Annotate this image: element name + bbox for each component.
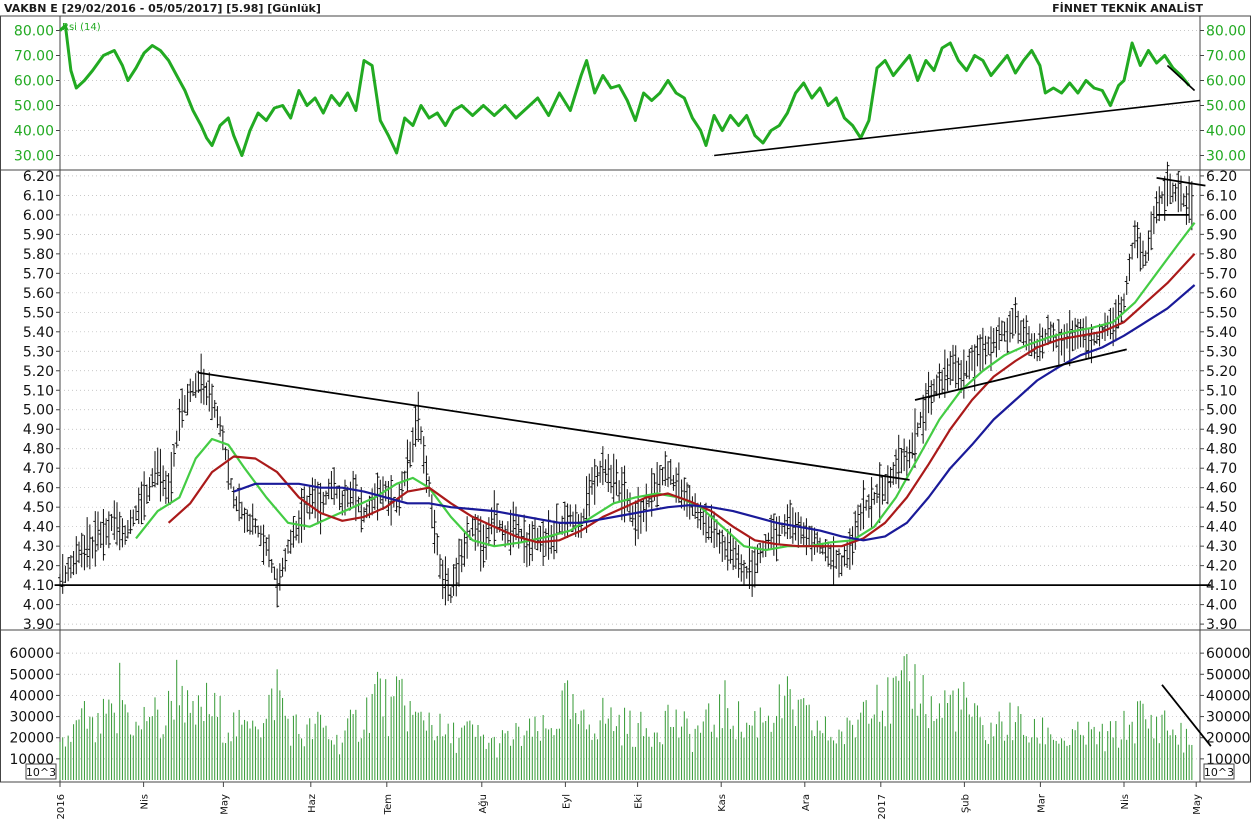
price-tick-label-left-21: 6.00: [23, 208, 54, 224]
price-tick-label-right-5: 4.40: [1206, 520, 1237, 536]
price-tick-label-right-3: 4.20: [1206, 559, 1237, 575]
price-tick-label-right-17: 5.60: [1206, 286, 1237, 302]
price-tick-label-left-7: 4.60: [23, 481, 54, 497]
x-tick-label-13: Nis: [1120, 794, 1131, 809]
rsi-tick-label-right-5: 80.00: [1206, 24, 1246, 40]
price-tick-label-left-0: 3.90: [23, 617, 54, 633]
price-tick-label-left-19: 5.80: [23, 247, 54, 263]
volume-tick-label-right-3: 40000: [1206, 688, 1251, 704]
volume-unit-left: 10^3: [26, 766, 56, 779]
price-tick-label-left-13: 5.20: [23, 364, 54, 380]
price-tick-label-right-15: 5.40: [1206, 325, 1237, 341]
price-tick-label-left-8: 4.70: [23, 461, 54, 477]
price-tick-label-right-2: 4.10: [1206, 578, 1237, 594]
price-tick-label-left-22: 6.10: [23, 188, 54, 204]
price-tick-label-right-0: 3.90: [1206, 617, 1237, 633]
x-tick-label-10: 2017: [877, 794, 888, 819]
price-tick-label-right-20: 5.90: [1206, 227, 1237, 243]
price-tick-label-right-21: 6.00: [1206, 208, 1237, 224]
price-tick-label-left-1: 4.00: [23, 598, 54, 614]
price-tick-label-left-12: 5.10: [23, 383, 54, 399]
volume-tick-label-left-3: 40000: [9, 688, 54, 704]
price-tick-label-right-8: 4.70: [1206, 461, 1237, 477]
price-tick-label-right-12: 5.10: [1206, 383, 1237, 399]
rsi-tick-label-left-1: 40.00: [14, 124, 54, 140]
volume-unit-right: 10^3: [1204, 766, 1234, 779]
rsi-tick-label-left-3: 60.00: [14, 74, 54, 90]
price-tick-label-right-23: 6.20: [1206, 169, 1237, 185]
x-tick-label-9: Ara: [801, 794, 812, 811]
price-tick-label-left-2: 4.10: [23, 578, 54, 594]
rsi-tick-label-left-2: 50.00: [14, 99, 54, 115]
price-tick-label-left-6: 4.50: [23, 500, 54, 516]
rsi-tick-label-left-5: 80.00: [14, 24, 54, 40]
x-tick-label-8: Kas: [717, 794, 728, 812]
x-tick-label-4: Tem: [383, 794, 394, 815]
x-tick-label-2: May: [219, 794, 230, 815]
price-tick-label-left-16: 5.50: [23, 305, 54, 321]
price-tick-label-left-3: 4.20: [23, 559, 54, 575]
rsi-line: [58, 24, 1191, 157]
rsi-trendline-0: [714, 99, 1201, 157]
price-tick-label-left-14: 5.30: [23, 344, 54, 360]
price-tick-label-left-5: 4.40: [23, 520, 54, 536]
rsi-tick-label-right-3: 60.00: [1206, 74, 1246, 90]
x-tick-label-7: Eki: [634, 794, 645, 809]
chart-root: VAKBN E [29/02/2016 - 05/05/2017] [5.98]…: [0, 0, 1251, 822]
price-tick-label-right-7: 4.60: [1206, 481, 1237, 497]
price-tick-label-right-18: 5.70: [1206, 266, 1237, 282]
price-tick-label-right-10: 4.90: [1206, 422, 1237, 438]
volume-tick-label-left-5: 60000: [9, 646, 54, 662]
rsi-tick-label-right-2: 50.00: [1206, 99, 1246, 115]
volume-tick-label-left-2: 30000: [9, 710, 54, 726]
price-tick-label-left-20: 5.90: [23, 227, 54, 243]
x-tick-label-14: May: [1192, 794, 1203, 815]
price-tick-label-left-9: 4.80: [23, 442, 54, 458]
price-tick-label-right-19: 5.80: [1206, 247, 1237, 263]
price-tick-label-left-4: 4.30: [23, 539, 54, 555]
volume-tick-label-left-1: 20000: [9, 731, 54, 747]
x-tick-label-0: 2016: [56, 794, 67, 819]
x-tick-label-12: Mar: [1036, 793, 1047, 813]
volume-tick-label-right-5: 60000: [1206, 646, 1251, 662]
x-tick-label-6: Eyl: [561, 794, 572, 809]
price-trendline-0: [198, 371, 910, 481]
price-tick-label-right-16: 5.50: [1206, 305, 1237, 321]
price-tick-label-right-9: 4.80: [1206, 442, 1237, 458]
price-tick-label-right-13: 5.20: [1206, 364, 1237, 380]
rsi-tick-label-right-4: 70.00: [1206, 49, 1246, 65]
price-tick-label-left-15: 5.40: [23, 325, 54, 341]
price-tick-label-right-4: 4.30: [1206, 539, 1237, 555]
x-tick-label-5: Ağu: [477, 794, 489, 814]
price-tick-label-right-6: 4.50: [1206, 500, 1237, 516]
rsi-tick-label-right-1: 40.00: [1206, 124, 1246, 140]
volume-tick-label-right-4: 50000: [1206, 667, 1251, 683]
rsi-label: Rsi (14): [62, 22, 101, 33]
volume-tick-label-right-1: 20000: [1206, 731, 1251, 747]
price-tick-label-right-11: 5.00: [1206, 403, 1237, 419]
price-tick-label-right-1: 4.00: [1206, 598, 1237, 614]
price-tick-label-left-18: 5.70: [23, 266, 54, 282]
rsi-tick-label-right-0: 30.00: [1206, 149, 1246, 165]
price-tick-label-left-17: 5.60: [23, 286, 54, 302]
x-tick-label-3: Haz: [307, 794, 318, 813]
price-tick-label-right-14: 5.30: [1206, 344, 1237, 360]
price-tick-label-left-23: 6.20: [23, 169, 54, 185]
volume-tick-label-left-4: 50000: [9, 667, 54, 683]
x-tick-label-1: Nis: [140, 794, 151, 809]
rsi-tick-label-left-4: 70.00: [14, 49, 54, 65]
price-tick-label-right-22: 6.10: [1206, 188, 1237, 204]
chart-canvas: 30.00 30.00 40.00 40.00 50.00 50.00 60.00 60.00…: [0, 15, 1251, 819]
price-tick-label-left-10: 4.90: [23, 422, 54, 438]
rsi-tick-label-left-0: 30.00: [14, 149, 54, 165]
price-tick-label-left-11: 5.00: [23, 403, 54, 419]
rsi-trendline-1: [1166, 64, 1196, 92]
volume-tick-label-right-2: 30000: [1206, 710, 1251, 726]
x-tick-label-11: Şub: [960, 794, 971, 813]
